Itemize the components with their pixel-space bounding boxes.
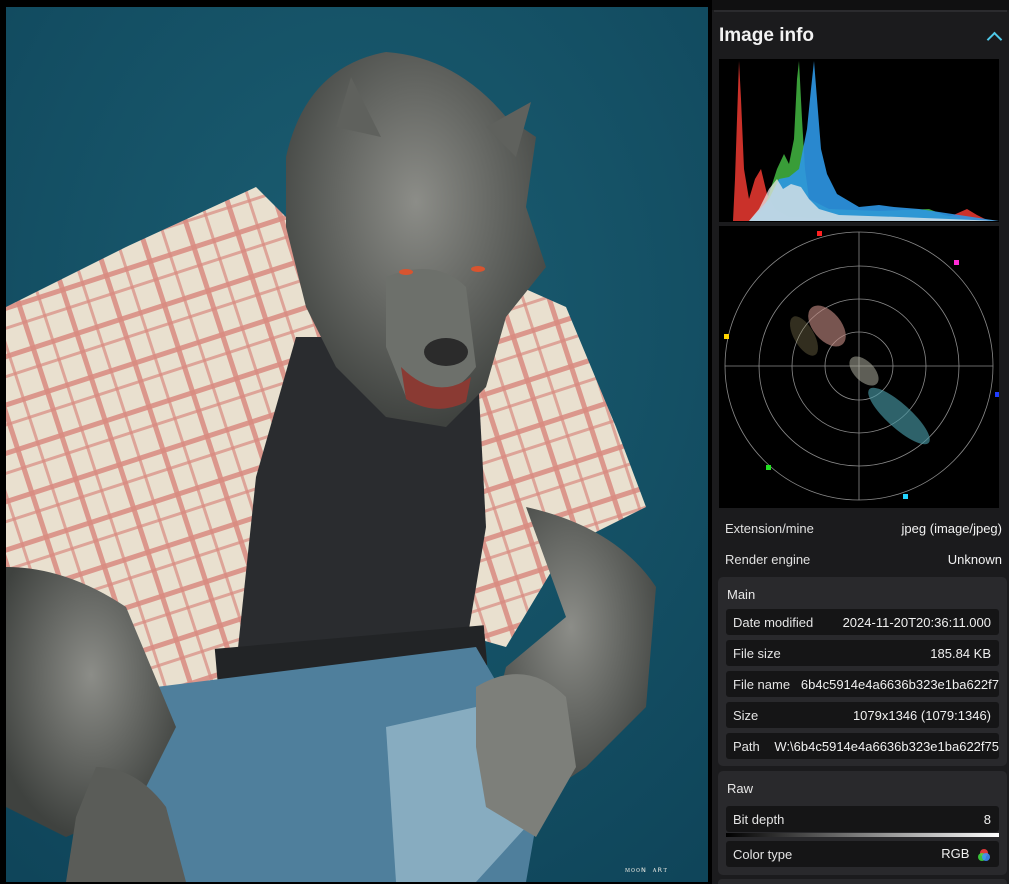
field-label: File size xyxy=(733,645,781,661)
render-engine-row: Render engine Unknown xyxy=(719,545,1004,573)
color-type-value-wrap: RGB xyxy=(941,846,999,862)
vectorscope xyxy=(719,226,999,508)
image-canvas[interactable]: ᴍᴏᴏɴ ᴀʀᴛ xyxy=(6,7,708,882)
histogram xyxy=(719,59,999,222)
color-type-field: Color type RGB xyxy=(726,841,999,867)
field-value[interactable]: W:\6b4c5914e4a6636b323e1ba622f75 xyxy=(764,739,999,754)
field-label: Date modified xyxy=(733,614,814,630)
path-field: Path W:\6b4c5914e4a6636b323e1ba622f75 xyxy=(726,733,999,759)
field-label: Size xyxy=(733,707,759,723)
vectorscope-green-target xyxy=(766,465,771,470)
file-name-field: File name 6b4c5914e4a6636b323e1ba622f7 xyxy=(726,671,999,697)
extension-value: jpeg (image/jpeg) xyxy=(901,520,1002,536)
extension-row: Extension/mine jpeg (image/jpeg) xyxy=(719,514,1004,542)
date-modified-field: Date modified 2024-11-20T20:36:11.000 xyxy=(726,609,999,635)
raw-group: Raw Bit depth 8 Color type RGB xyxy=(718,771,1007,875)
field-value[interactable]: 1079x1346 (1079:1346) xyxy=(853,708,999,723)
field-value[interactable]: 8 xyxy=(984,812,999,827)
render-engine-label: Render engine xyxy=(725,551,811,567)
field-label: Bit depth xyxy=(733,811,785,827)
bit-depth-field: Bit depth 8 xyxy=(726,806,999,832)
next-group-edge xyxy=(718,879,1007,884)
image-viewer[interactable]: ᴍᴏᴏɴ ᴀʀᴛ xyxy=(0,0,712,884)
vectorscope-red-target xyxy=(817,231,822,236)
render-engine-value: Unknown xyxy=(947,551,1002,567)
raw-group-title: Raw xyxy=(727,781,754,796)
field-value[interactable]: 185.84 KB xyxy=(930,646,999,661)
panel-topbar xyxy=(712,0,1009,10)
file-size-field: File size 185.84 KB xyxy=(726,640,999,666)
vectorscope-yellow-target xyxy=(724,334,729,339)
image-info-panel: Image info Extension/mine jpeg (image/jp… xyxy=(712,0,1009,884)
extension-label: Extension/mine xyxy=(725,520,814,536)
field-label: Path xyxy=(733,738,760,754)
size-field: Size 1079x1346 (1079:1346) xyxy=(726,702,999,728)
vectorscope-cyan-target xyxy=(903,494,908,499)
panel-divider xyxy=(714,10,1007,12)
field-label: Color type xyxy=(733,846,793,862)
panel-header[interactable]: Image info xyxy=(719,22,1004,50)
artist-signature: ᴍᴏᴏɴ ᴀʀᴛ xyxy=(624,865,668,874)
field-label: File name xyxy=(733,676,791,692)
vectorscope-blue-target xyxy=(995,392,999,397)
main-group-title: Main xyxy=(727,587,756,602)
werewolf-artwork xyxy=(6,7,708,882)
main-group: Main Date modified 2024-11-20T20:36:11.0… xyxy=(718,577,1007,766)
rgb-color-icon xyxy=(978,848,990,861)
field-value[interactable]: 2024-11-20T20:36:11.000 xyxy=(843,615,999,630)
panel-title: Image info xyxy=(719,25,815,46)
bit-depth-gradient xyxy=(726,833,999,837)
field-value[interactable]: RGB xyxy=(941,846,969,861)
vectorscope-magenta-target xyxy=(954,260,959,265)
chevron-up-icon[interactable] xyxy=(986,31,1003,47)
field-value[interactable]: 6b4c5914e4a6636b323e1ba622f7 xyxy=(791,677,999,692)
